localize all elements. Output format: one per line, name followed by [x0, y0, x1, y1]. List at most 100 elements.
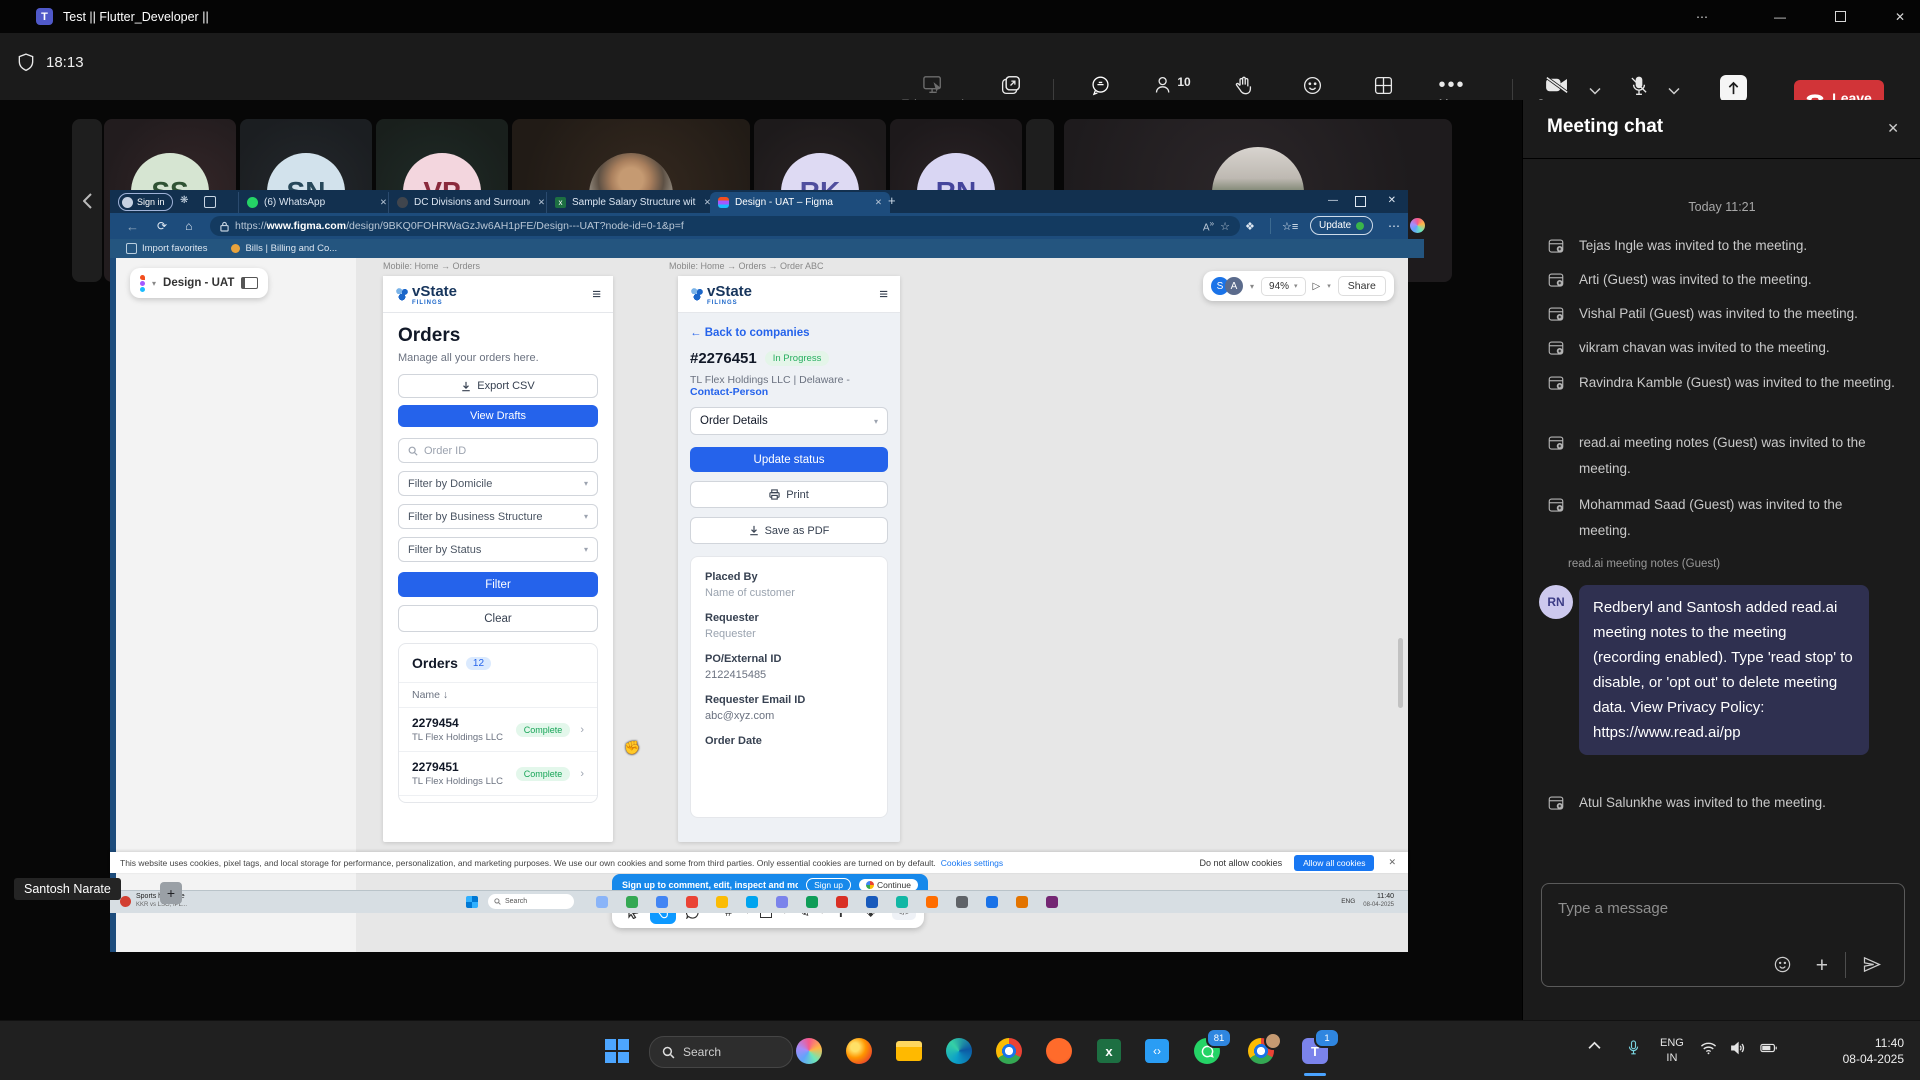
avatar: A	[1225, 277, 1243, 295]
copilot-icon	[1410, 218, 1425, 233]
start-button[interactable]	[598, 1032, 636, 1070]
firefox-icon[interactable]	[840, 1032, 878, 1070]
order-row: 2279454TL Flex Holdings LLC Complete ›	[399, 707, 597, 751]
emoji-icon[interactable]	[1773, 955, 1792, 974]
chat-icon	[1090, 75, 1111, 96]
url-path: /design/9BKQ0FOHRWaGzJw6AH1pFE/Design---…	[346, 220, 684, 232]
whatsapp-icon[interactable]: 81	[1188, 1032, 1226, 1070]
filter-button: Filter	[398, 572, 598, 597]
wifi-icon[interactable]	[1700, 1041, 1717, 1055]
hamburger-icon: ≡	[592, 286, 601, 303]
zoom-level-control: 94%▾	[1261, 277, 1306, 296]
meeting-toolbar: 18:13 Take control Pop out Chat 10 Peopl…	[0, 33, 1920, 100]
share-icon	[1720, 75, 1747, 102]
maximize-button[interactable]	[1820, 0, 1860, 33]
windows-taskbar: Search x ‹› 81 T 1 ENG IN	[0, 1020, 1920, 1080]
browser-signin-button: Sign in	[118, 193, 173, 211]
cookie-banner: This website uses cookies, pixel tags, a…	[110, 852, 1408, 873]
whatsapp-favicon	[247, 197, 258, 208]
copilot-taskbar-icon[interactable]	[790, 1032, 828, 1070]
printer-icon	[769, 489, 780, 500]
status-badge: In Progress	[765, 351, 830, 366]
tray-mic-icon[interactable]	[1626, 1038, 1641, 1057]
attach-plus-icon[interactable]: +	[1816, 955, 1828, 976]
teams-logo-icon: T	[36, 8, 53, 25]
url-scheme: https://	[235, 220, 267, 232]
search-icon	[408, 446, 418, 456]
gallery-prev-button[interactable]	[72, 119, 102, 282]
calendar-add-icon	[1547, 430, 1567, 482]
vscode-icon[interactable]: ‹›	[1138, 1032, 1176, 1070]
allow-cookies-button: Allow all cookies	[1294, 855, 1374, 871]
language-indicator[interactable]: ENG IN	[1660, 1036, 1684, 1066]
camera-chevron-icon[interactable]	[1589, 87, 1601, 95]
navbar-separator	[1270, 218, 1271, 234]
battery-icon[interactable]	[1760, 1042, 1778, 1054]
mini-search-box: Search	[488, 894, 574, 909]
google-icon	[866, 881, 874, 889]
chevron-right-icon: ›	[580, 768, 584, 780]
mic-chevron-icon[interactable]	[1668, 87, 1680, 95]
chat-panel-title: Meeting chat	[1547, 116, 1663, 138]
frame-label: Mobile: Home → Orders	[383, 261, 480, 271]
tab-close-icon: ✕	[380, 197, 387, 208]
system-message: Tejas Ingle was invited to the meeting.	[1547, 233, 1897, 259]
url-domain: www.figma.com	[267, 220, 347, 232]
browser-menu-icon: ⋯	[1388, 219, 1400, 233]
calendar-add-icon	[1547, 267, 1567, 293]
bookmark-item: Import favorites	[126, 243, 207, 254]
taskbar-time: 11:40	[1843, 1035, 1904, 1051]
orders-list-card: Orders 12 Name ↓ 2279454TL Flex Holdings…	[398, 643, 598, 803]
calendar-add-icon	[1547, 790, 1567, 816]
order-id: 2279454	[412, 716, 516, 730]
tray-chevron-icon[interactable]	[1588, 1041, 1601, 1050]
chat-close-icon[interactable]: ✕	[1887, 120, 1899, 137]
volume-icon[interactable]	[1730, 1041, 1746, 1055]
send-icon[interactable]	[1862, 955, 1882, 974]
brave-icon[interactable]	[1040, 1032, 1078, 1070]
download-icon	[749, 525, 759, 536]
calendar-add-icon	[1547, 335, 1567, 361]
chat-input[interactable]	[1556, 898, 1860, 942]
system-message: Ravindra Kamble (Guest) was invited to t…	[1547, 370, 1897, 396]
titlebar-more-icon[interactable]: ⋯	[1682, 0, 1722, 33]
order-row: 2279451TL Flex Holdings LLC Complete ›	[399, 751, 597, 795]
system-message: read.ai meeting notes (Guest) was invite…	[1547, 430, 1897, 482]
figma-frame-order-detail: vStateFILINGS ≡ ← Back to companies #227…	[678, 276, 900, 842]
excel-icon[interactable]: x	[1090, 1032, 1128, 1070]
save-pdf-button: Save as PDF	[690, 517, 888, 544]
zoom-in-chip[interactable]: +	[160, 882, 182, 904]
chrome-profile-icon[interactable]	[1242, 1032, 1280, 1070]
back-icon: ←	[126, 219, 139, 234]
calendar-add-icon	[1547, 233, 1567, 259]
presenter-name-tag: Santosh Narate	[14, 878, 121, 900]
tab-close-icon: ✕	[875, 197, 882, 208]
cookie-text: This website uses cookies, pixel tags, a…	[120, 858, 936, 868]
browser-close-icon: ✕	[1388, 195, 1396, 206]
close-button[interactable]: ✕	[1880, 0, 1920, 33]
site-favicon	[397, 197, 408, 208]
taskbar-clock[interactable]: 11:40 08-04-2025	[1843, 1035, 1904, 1067]
message-avatar: RN	[1539, 585, 1573, 619]
chrome-icon[interactable]	[990, 1032, 1028, 1070]
file-explorer-icon[interactable]	[890, 1032, 928, 1070]
system-message: Vishal Patil (Guest) was invited to the …	[1547, 301, 1897, 327]
chevron-down-icon: ▾	[584, 545, 588, 554]
system-message: Arti (Guest) was invited to the meeting.	[1547, 267, 1897, 293]
teams-taskbar-icon[interactable]: T 1	[1296, 1032, 1334, 1070]
filter-structure-dropdown: Filter by Business Structure▾	[398, 504, 598, 529]
contact-person-link: Contact-Person	[690, 386, 768, 398]
people-count-badge: 10	[1177, 75, 1190, 89]
minimize-button[interactable]: —	[1760, 0, 1800, 33]
edge-icon[interactable]	[940, 1032, 978, 1070]
hand-cursor: ✊	[624, 740, 640, 756]
chevron-down-icon: ▾	[152, 279, 156, 288]
tab-close-icon: ✕	[538, 197, 545, 208]
system-message: Atul Salunkhe was invited to the meeting…	[1547, 790, 1897, 816]
bookmarks-bar: Import favorites Bills | Billing and Co.…	[110, 239, 1424, 258]
message-sender: read.ai meeting notes (Guest)	[1568, 558, 1720, 570]
browser-tab: DC Divisions and Surroundings✕	[388, 192, 553, 213]
browser-tab: (6) WhatsApp✕	[238, 192, 395, 213]
taskbar-search[interactable]: Search	[649, 1036, 793, 1068]
chat-input-box[interactable]: +	[1541, 883, 1905, 987]
